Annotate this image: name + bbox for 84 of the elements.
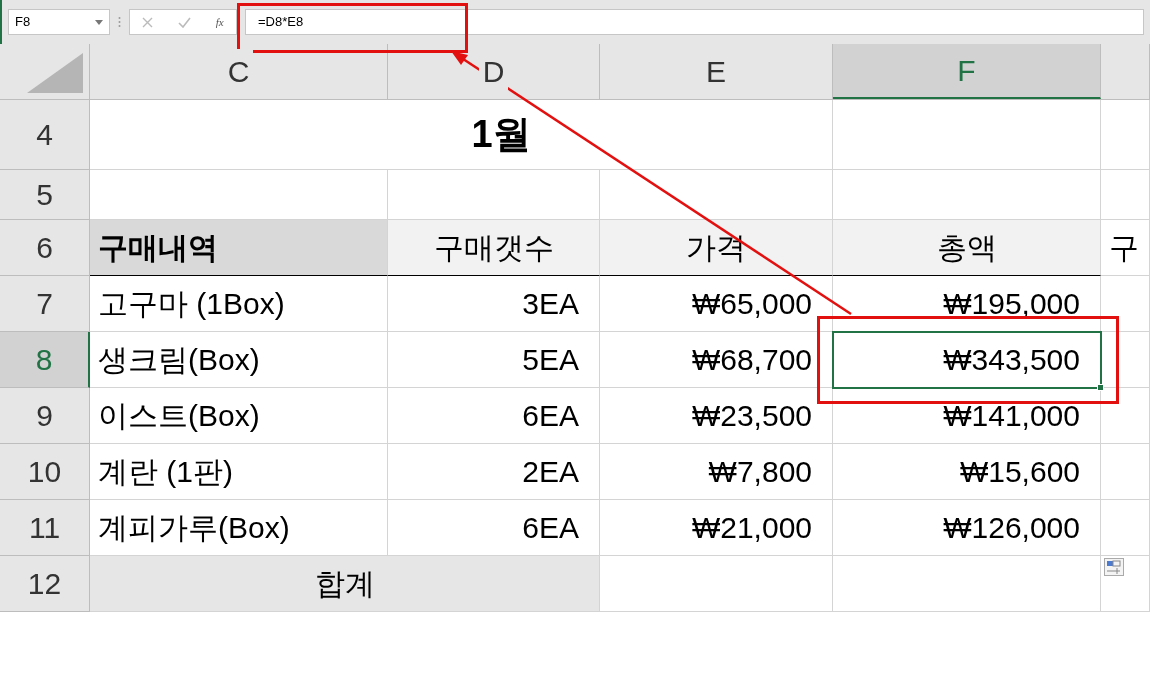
empty-cell[interactable] — [833, 556, 1101, 612]
cell-value: 6EA — [522, 510, 579, 546]
cell[interactable]: ₩65,000 — [600, 276, 833, 332]
cell[interactable]: ₩126,000 — [833, 500, 1101, 556]
cell-text: 구 — [1109, 230, 1139, 266]
cell[interactable]: 이스트(Box) — [90, 388, 388, 444]
close-icon[interactable] — [142, 16, 154, 28]
cell[interactable]: 2EA — [388, 444, 600, 500]
cell[interactable]: 합계 — [90, 556, 600, 612]
row-header[interactable]: 5 — [0, 170, 90, 220]
cell-value: 3EA — [522, 286, 579, 322]
cell-value: ₩65,000 — [691, 286, 812, 322]
cell-value: 2EA — [522, 454, 579, 490]
cell-text: 계피가루(Box) — [98, 510, 290, 546]
cell[interactable]: 생크림(Box) — [90, 332, 388, 388]
column-header[interactable]: C — [90, 44, 388, 99]
column-header[interactable]: D — [388, 44, 600, 99]
cell-text: 고구마 (1Box) — [98, 286, 285, 322]
column-header[interactable]: F — [833, 44, 1101, 99]
cell[interactable]: 계란 (1판) — [90, 444, 388, 500]
cell[interactable]: ₩15,600 — [833, 444, 1101, 500]
caret-icon — [95, 19, 103, 25]
cell[interactable]: ₩195,000 — [833, 276, 1101, 332]
fill-handle[interactable] — [1097, 384, 1104, 391]
cell-value: ₩68,700 — [691, 342, 812, 378]
empty-cell[interactable] — [1101, 332, 1150, 388]
empty-cell[interactable] — [1101, 170, 1150, 220]
cell[interactable]: ₩21,000 — [600, 500, 833, 556]
cell[interactable]: 1월 — [90, 100, 833, 170]
formula-field[interactable]: =D8*E8 — [245, 9, 1144, 35]
cell[interactable]: ₩23,500 — [600, 388, 833, 444]
checkmark-icon[interactable] — [178, 16, 191, 28]
row-header[interactable]: 4 — [0, 100, 90, 170]
cell[interactable]: 구 — [1101, 220, 1150, 276]
paste-options-icon[interactable] — [1104, 558, 1124, 576]
cell[interactable]: 5EA — [388, 332, 600, 388]
column-label: 가격 — [686, 230, 746, 266]
row-header[interactable]: 6 — [0, 220, 90, 276]
empty-cell[interactable] — [1101, 388, 1150, 444]
column-label: 구매내역 — [98, 230, 218, 266]
cell[interactable]: 고구마 (1Box) — [90, 276, 388, 332]
empty-cell[interactable] — [1101, 444, 1150, 500]
cell-value: ₩126,000 — [943, 510, 1080, 546]
cell[interactable]: 가격 — [600, 220, 833, 276]
insert-function-button[interactable]: fx — [215, 13, 224, 31]
cell-text: 이스트(Box) — [98, 398, 260, 434]
title-text: 1월 — [471, 112, 531, 157]
triangle-icon — [27, 53, 83, 93]
cell[interactable]: 3EA — [388, 276, 600, 332]
cell-value: ₩343,500 — [943, 342, 1080, 378]
drag-handle-icon — [118, 16, 121, 28]
cell-value: 6EA — [522, 398, 579, 434]
row-header[interactable]: 7 — [0, 276, 90, 332]
cell[interactable]: 총액 — [833, 220, 1101, 276]
cell[interactable]: ₩343,500 — [833, 332, 1101, 388]
empty-cell[interactable] — [1101, 500, 1150, 556]
empty-cell[interactable] — [833, 100, 1101, 170]
cell[interactable]: ₩68,700 — [600, 332, 833, 388]
cell[interactable]: 6EA — [388, 388, 600, 444]
cell[interactable]: ₩141,000 — [833, 388, 1101, 444]
cell-text: 생크림(Box) — [98, 342, 260, 378]
name-box[interactable]: F8 — [8, 9, 110, 35]
row-header[interactable]: 12 — [0, 556, 90, 612]
cell[interactable]: 구매내역 — [90, 220, 388, 276]
column-header[interactable]: E — [600, 44, 833, 99]
cell-value: ₩23,500 — [691, 398, 812, 434]
cell-text: 계란 (1판) — [98, 454, 233, 490]
row-header[interactable]: 11 — [0, 500, 90, 556]
column-label: 총액 — [936, 230, 997, 266]
cell-value: 5EA — [522, 342, 579, 378]
row-header[interactable]: 8 — [0, 332, 90, 388]
column-label: 구매갯수 — [433, 230, 554, 266]
cell-value: ₩15,600 — [959, 454, 1080, 490]
cell-value: ₩21,000 — [691, 510, 812, 546]
cell-value: ₩7,800 — [708, 454, 812, 490]
cell-value: ₩195,000 — [943, 286, 1080, 322]
row-header[interactable]: 10 — [0, 444, 90, 500]
empty-cell[interactable] — [1101, 276, 1150, 332]
empty-cell[interactable] — [1101, 100, 1150, 170]
cell[interactable]: 구매갯수 — [388, 220, 600, 276]
total-label: 합계 — [314, 566, 375, 602]
cell[interactable]: ₩7,800 — [600, 444, 833, 500]
cell-value: ₩141,000 — [943, 398, 1080, 434]
row-header[interactable]: 9 — [0, 388, 90, 444]
